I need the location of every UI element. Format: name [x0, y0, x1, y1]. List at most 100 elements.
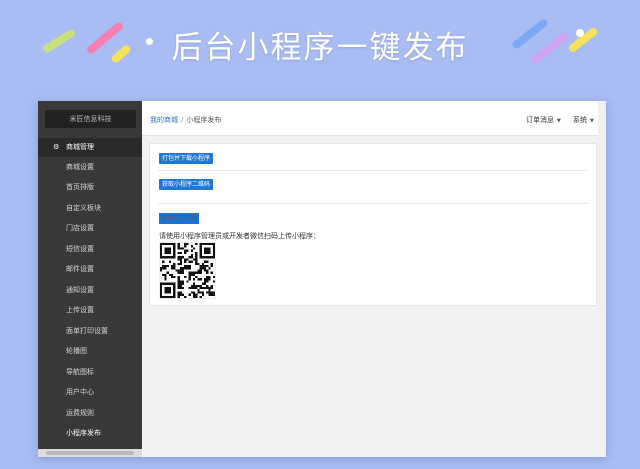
qr-module	[184, 245, 187, 248]
sidebar-horizontal-scrollbar[interactable]	[38, 449, 142, 457]
qr-module	[182, 293, 185, 296]
qr-module	[193, 247, 196, 250]
qr-module	[193, 295, 196, 298]
scrollbar-thumb[interactable]	[46, 451, 134, 455]
qr-module	[206, 247, 209, 250]
qr-module	[199, 251, 202, 254]
sidebar-item-miniprogram-publish[interactable]: 小程序发布	[66, 423, 142, 443]
order-messages-menu[interactable]: 订单消息 ▼	[526, 115, 561, 125]
system-menu[interactable]: 系统 ▼	[573, 115, 594, 125]
qr-module	[199, 247, 202, 250]
qr-module	[190, 284, 193, 287]
sidebar-item-notification-settings[interactable]: 通知设置	[66, 280, 142, 300]
qr-module	[168, 251, 171, 254]
qr-module	[184, 251, 187, 254]
qr-module	[204, 278, 207, 281]
qr-module	[208, 243, 211, 246]
qr-module	[179, 284, 182, 287]
qr-module	[182, 247, 185, 250]
qr-module	[188, 293, 191, 296]
sidebar-item-user-center[interactable]: 用户中心	[66, 382, 142, 402]
sidebar-item-email-settings[interactable]: 邮件设置	[66, 259, 142, 279]
qr-module	[166, 251, 169, 254]
qr-module	[199, 249, 202, 252]
qr-module	[177, 243, 180, 246]
qr-module	[175, 269, 178, 272]
sidebar-item-waybill-print[interactable]: 面单打印设置	[66, 321, 142, 341]
qr-module	[210, 243, 213, 246]
qr-module	[199, 271, 202, 274]
qr-module	[208, 278, 211, 281]
sidebar-item-sms-settings[interactable]: 短信设置	[66, 239, 142, 259]
qr-module	[177, 291, 180, 294]
qr-module	[201, 282, 204, 285]
qr-module	[160, 254, 163, 257]
qr-module	[212, 293, 215, 296]
qr-module	[166, 295, 169, 298]
qr-module	[160, 249, 163, 252]
qr-module	[171, 243, 174, 246]
qr-module	[206, 243, 209, 246]
sidebar-item-mall-settings[interactable]: 商城设置	[66, 157, 142, 177]
qr-module	[204, 267, 207, 270]
qr-module	[212, 291, 215, 294]
qr-module	[173, 262, 176, 265]
sidebar-item-upload-settings[interactable]: 上传设置	[66, 300, 142, 320]
qr-module	[212, 251, 215, 254]
sidebar-section-mall-management[interactable]: ⚙ 商城管理	[38, 138, 142, 157]
qr-module	[206, 251, 209, 254]
qr-module	[208, 247, 211, 250]
qr-module	[204, 280, 207, 283]
vertical-scrollbar[interactable]	[598, 101, 606, 457]
qr-module	[160, 284, 163, 287]
qr-module	[173, 243, 176, 246]
get-qrcode-button[interactable]: 获取小程序二维码	[159, 179, 214, 190]
qr-module	[193, 291, 196, 294]
qr-module	[210, 287, 213, 290]
sidebar: 米匠信息科技 ⚙ 商城管理 商城设置 首页排版 自定义板块 门店设置 短信设置 …	[38, 101, 142, 457]
qr-module	[208, 287, 211, 290]
qr-module	[160, 287, 163, 290]
brand-logo[interactable]: 米匠信息科技	[45, 110, 136, 128]
breadcrumb-home-link[interactable]: 我的商城	[150, 116, 178, 124]
qr-module	[182, 287, 185, 290]
sidebar-item-homepage-layout[interactable]: 首页排版	[66, 177, 142, 197]
download-miniprogram-button[interactable]: 打包并下载小程序	[159, 153, 214, 164]
qr-module	[182, 267, 185, 270]
qr-module	[190, 249, 193, 252]
qr-module	[164, 276, 167, 279]
qr-module	[171, 265, 174, 268]
qr-module	[195, 271, 198, 274]
sidebar-item-carousel[interactable]: 轮播图	[66, 341, 142, 361]
scan-instruction-text: 请使用小程序管理员或开发者微信扫码上传小程序：	[159, 232, 320, 240]
top-bar: 我的商城 / 小程序发布 订单消息 ▼ 系统 ▼	[142, 101, 606, 136]
qr-module	[160, 245, 163, 248]
qr-module	[201, 262, 204, 265]
qr-module	[197, 262, 200, 265]
qr-module	[179, 287, 182, 290]
sidebar-item-nav-icons[interactable]: 导航图标	[66, 362, 142, 382]
qr-module	[206, 276, 209, 279]
qr-module	[208, 267, 211, 270]
qr-module	[168, 295, 171, 298]
qr-module	[204, 249, 207, 252]
qr-module	[210, 284, 213, 287]
qr-module	[204, 247, 207, 250]
qr-module	[164, 265, 167, 268]
qr-module	[173, 276, 176, 279]
qr-module	[164, 289, 167, 292]
sidebar-item-store-settings[interactable]: 门店设置	[66, 218, 142, 238]
qr-module	[193, 293, 196, 296]
qr-module	[206, 284, 209, 287]
qr-module	[162, 265, 165, 268]
sidebar-item-custom-blocks[interactable]: 自定义板块	[66, 198, 142, 218]
qr-module	[164, 243, 167, 246]
qr-module	[160, 291, 163, 294]
qr-module	[199, 256, 202, 259]
qr-module	[164, 291, 167, 294]
qr-module	[195, 293, 198, 296]
sidebar-item-shipping-rules[interactable]: 运费规则	[66, 403, 142, 423]
qr-module	[179, 282, 182, 285]
qr-module	[208, 251, 211, 254]
qr-module	[160, 243, 163, 246]
